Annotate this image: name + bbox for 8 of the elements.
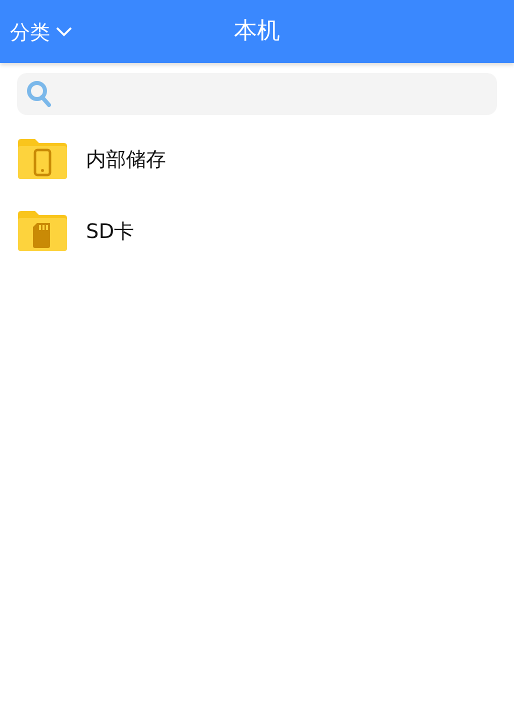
- folder-name[interactable]: 内部储存: [86, 144, 166, 174]
- page-title: 本机: [234, 18, 280, 44]
- caret-icon: [56, 26, 72, 36]
- search-icon: [26, 80, 52, 108]
- sd-card-folder-icon: [18, 211, 67, 251]
- search-field[interactable]: [17, 73, 497, 115]
- folder-name[interactable]: SD卡: [86, 216, 134, 246]
- phone-folder-icon: [18, 139, 67, 179]
